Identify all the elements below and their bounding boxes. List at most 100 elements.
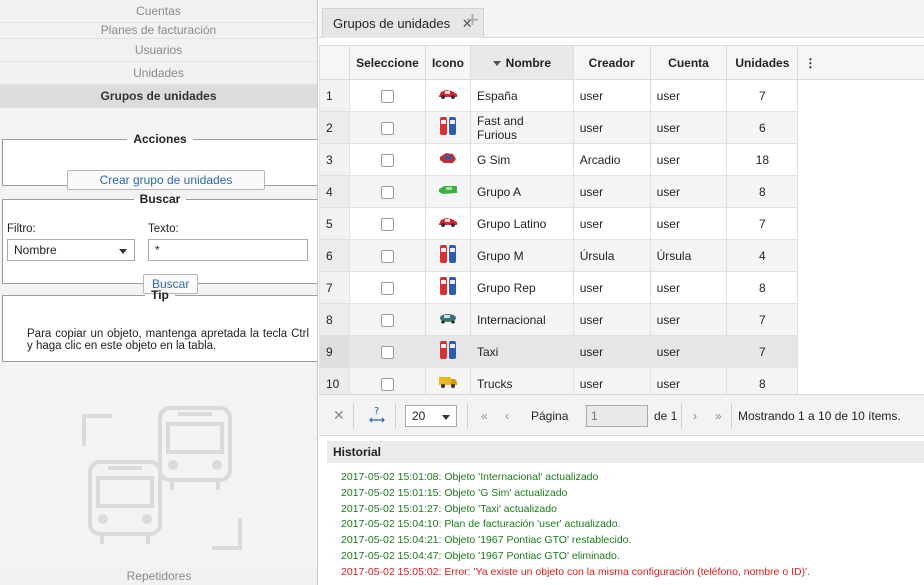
- row-account: Úrsula: [649, 239, 728, 272]
- row-creator: user: [572, 175, 651, 208]
- row-number: 2: [319, 111, 350, 144]
- row-name[interactable]: Internacional: [469, 303, 574, 336]
- pagination-bar: ✕ ? 20 « ‹ Página 1 de 1 › » Mostrando 1…: [319, 394, 924, 436]
- row-units: 6: [726, 111, 799, 144]
- row-checkbox[interactable]: [380, 281, 394, 295]
- left-panel: Cuentas Planes de facturación Usuarios U…: [0, 0, 318, 585]
- row-filler: [797, 143, 924, 176]
- table-row[interactable]: 1 España user user 7: [319, 79, 924, 112]
- twin-cars-icon: [439, 116, 457, 139]
- row-number: 8: [319, 303, 350, 336]
- first-page-button[interactable]: «: [481, 409, 488, 423]
- nav-item-planes-facturacion[interactable]: Planes de facturación: [0, 23, 317, 39]
- create-group-button[interactable]: Crear grupo de unidades: [67, 170, 265, 190]
- row-checkbox[interactable]: [380, 185, 394, 199]
- row-name[interactable]: Grupo M: [469, 239, 574, 272]
- row-units: 7: [726, 303, 799, 336]
- row-icon-cell: [424, 143, 471, 176]
- table-row[interactable]: 8 Internacional user user 7: [319, 303, 924, 336]
- filter-select-value: Nombre: [14, 243, 57, 257]
- row-name[interactable]: Fast and Furious: [469, 111, 574, 144]
- red-car-icon: [437, 88, 459, 103]
- row-account: user: [649, 271, 728, 304]
- table-row[interactable]: 4 Grupo Auser user 8: [319, 175, 924, 208]
- nav-item-cuentas[interactable]: Cuentas: [0, 0, 317, 23]
- row-account: user: [649, 143, 728, 176]
- chevron-down-icon: [119, 249, 127, 254]
- history-entry: 2017-05-02 15:04:21: Objeto '1967 Pontia…: [341, 534, 632, 547]
- row-name[interactable]: España: [469, 79, 574, 112]
- next-page-button[interactable]: ›: [693, 409, 697, 423]
- nav-item-unidades[interactable]: Unidades: [0, 62, 317, 85]
- row-name[interactable]: Grupo Latino: [469, 207, 574, 240]
- row-checkbox[interactable]: [380, 377, 394, 391]
- row-checkbox[interactable]: [380, 89, 394, 103]
- search-text-input[interactable]: *: [148, 239, 308, 261]
- add-tab-icon[interactable]: +: [466, 9, 479, 31]
- tab-grupos-unidades[interactable]: Grupos de unidades ✕: [322, 8, 484, 38]
- table-row[interactable]: 9 Taxi user user 7: [319, 335, 924, 368]
- page-number-input[interactable]: 1: [586, 405, 648, 427]
- row-name[interactable]: Grupo Rep: [469, 271, 574, 304]
- header-select[interactable]: Seleccione: [348, 45, 426, 80]
- tip-text: Para copiar un objeto, mantenga apretada…: [27, 328, 309, 352]
- row-checkbox[interactable]: [380, 217, 394, 231]
- table-row[interactable]: 2 Fast and Furious user user 6: [319, 111, 924, 144]
- clear-filter-icon[interactable]: ✕: [333, 407, 345, 424]
- row-filler: [797, 239, 924, 272]
- nav-item-usuarios[interactable]: Usuarios: [0, 39, 317, 62]
- row-icon-cell: [424, 175, 471, 208]
- row-name[interactable]: G Sim: [469, 143, 574, 176]
- header-icon[interactable]: Icono: [424, 45, 471, 80]
- table-row[interactable]: 6 Grupo M Úrsula Úrsula 4: [319, 239, 924, 272]
- history-entry: 2017-05-02 15:01:08: Objeto 'Internacion…: [341, 471, 599, 483]
- search-legend: Buscar: [139, 192, 181, 206]
- pager-separator: [467, 403, 468, 429]
- unit-groups-table: Seleccione Icono Nombre Creador Cuenta U…: [319, 45, 924, 400]
- row-number: 5: [319, 207, 350, 240]
- page-size-select[interactable]: 20: [405, 405, 457, 427]
- table-row[interactable]: 3 G Sim Arcadio user 18: [319, 143, 924, 176]
- row-select-cell: [348, 175, 426, 208]
- row-checkbox[interactable]: [380, 153, 394, 167]
- history-entry: 2017-05-02 15:04:47: Objeto '1967 Pontia…: [341, 549, 620, 562]
- header-account[interactable]: Cuenta: [649, 45, 728, 80]
- row-number: 7: [319, 271, 350, 304]
- row-filler: [797, 303, 924, 336]
- page-label: Página: [531, 409, 569, 423]
- header-creator[interactable]: Creador: [572, 45, 651, 80]
- row-creator: user: [572, 79, 651, 112]
- row-checkbox[interactable]: [380, 121, 394, 135]
- column-menu-icon[interactable]: ⋮: [797, 45, 924, 80]
- row-account: user: [649, 207, 728, 240]
- header-units[interactable]: Unidades: [726, 45, 799, 80]
- row-account: user: [649, 303, 728, 336]
- row-checkbox[interactable]: [380, 313, 394, 327]
- filter-select[interactable]: Nombre: [7, 239, 135, 261]
- twin-cars-icon: [439, 340, 457, 363]
- row-checkbox[interactable]: [380, 249, 394, 263]
- tip-legend: Tip: [151, 288, 169, 302]
- prev-page-button[interactable]: ‹: [505, 409, 509, 423]
- row-checkbox[interactable]: [380, 345, 394, 359]
- row-name[interactable]: Grupo A: [469, 175, 574, 208]
- header-name[interactable]: Nombre: [469, 45, 574, 80]
- row-creator: user: [572, 207, 651, 240]
- row-creator: user: [572, 271, 651, 304]
- nav-item-repetidores[interactable]: Repetidores: [0, 568, 317, 585]
- last-page-button[interactable]: »: [715, 409, 722, 423]
- acciones-panel: Acciones Crear grupo de unidades: [2, 132, 317, 190]
- table-row[interactable]: 7 Grupo Rep user user 8: [319, 271, 924, 304]
- row-icon-cell: [424, 271, 471, 304]
- row-creator: Arcadio: [572, 143, 651, 176]
- help-sort-icon[interactable]: ?: [367, 405, 387, 427]
- table-row[interactable]: 5 Grupo Latino user user 7: [319, 207, 924, 240]
- row-units: 7: [726, 207, 799, 240]
- page-total-label: de 1: [654, 409, 678, 423]
- row-icon-cell: [424, 335, 471, 368]
- nav-item-grupos-unidades[interactable]: Grupos de unidades: [0, 85, 317, 108]
- pager-separator: [681, 403, 682, 429]
- chevron-down-icon: [442, 415, 450, 420]
- row-name[interactable]: Taxi: [469, 335, 574, 368]
- row-select-cell: [348, 79, 426, 112]
